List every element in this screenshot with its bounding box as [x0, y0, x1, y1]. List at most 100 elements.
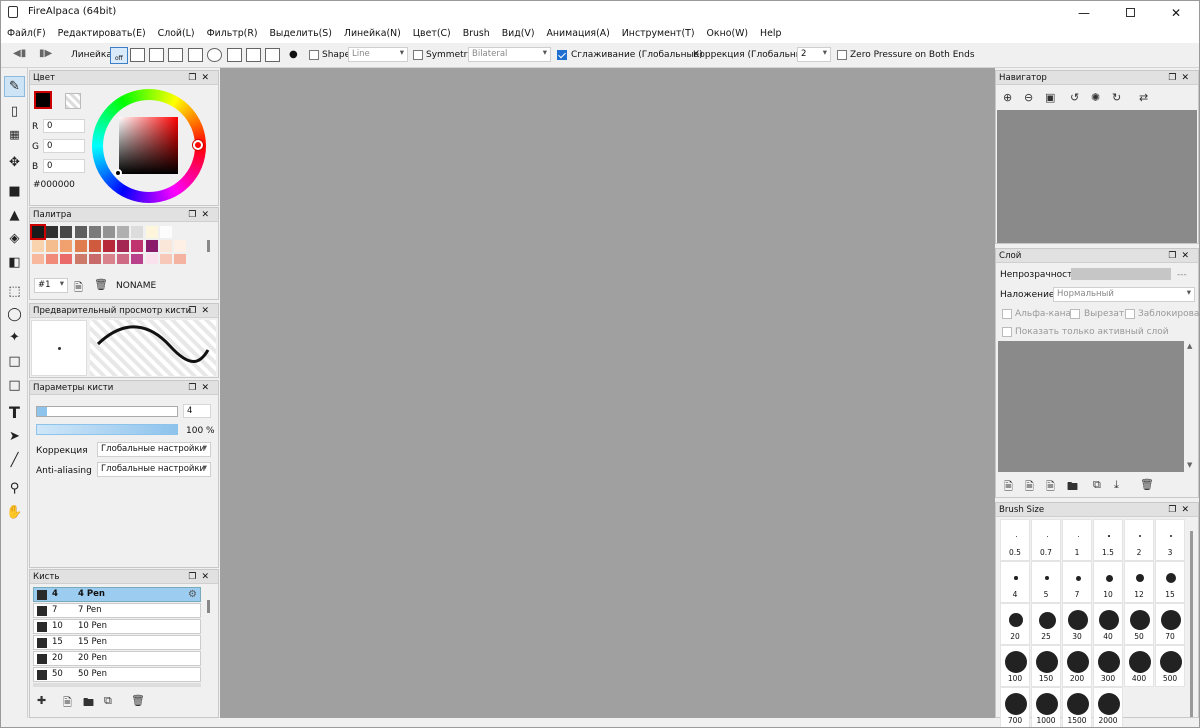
symmetry-dropdown[interactable]: Bilateral ▾	[468, 47, 551, 62]
scroll-down-icon[interactable]: ▼	[1187, 461, 1192, 469]
active-only-checkbox[interactable]	[1002, 327, 1012, 337]
new-palette-icon[interactable]: 🗎	[74, 279, 83, 298]
brush-size-value[interactable]: 4	[183, 404, 211, 418]
zoom-in-icon[interactable]: ⊕	[1003, 91, 1012, 104]
gradient-tool-icon[interactable]: ◧	[4, 252, 25, 273]
brush-item[interactable]: 50 50 Pen	[33, 667, 201, 682]
curve-ruler-icon[interactable]	[227, 48, 242, 62]
palette-swatch[interactable]	[145, 254, 158, 264]
zero-pressure-checkbox[interactable]	[837, 50, 847, 60]
menu-file[interactable]: Файл(F)	[7, 28, 46, 39]
layer-list[interactable]	[998, 341, 1184, 472]
brush-size-cell[interactable]: 12	[1124, 561, 1154, 603]
brush-size-cell[interactable]: 0.7	[1031, 519, 1061, 561]
select-pen-tool-icon[interactable]: □	[4, 351, 25, 372]
sv-picker-handle[interactable]	[114, 169, 122, 177]
palette-swatch[interactable]	[46, 254, 59, 264]
hand-tool-icon[interactable]: ✋	[4, 502, 25, 523]
palette-swatch[interactable]	[159, 240, 172, 252]
palette-swatch[interactable]	[88, 226, 101, 238]
menu-animation[interactable]: Анимация(A)	[547, 28, 610, 39]
brush-size-cell[interactable]: 4	[1000, 561, 1030, 603]
panel-window-icons[interactable]: ❐✕	[1168, 503, 1194, 517]
panel-window-icons[interactable]: ❐✕	[188, 304, 214, 318]
menu-filter[interactable]: Фильтр(R)	[207, 28, 258, 39]
new-8bit-layer-icon[interactable]: 🗎	[1025, 478, 1034, 497]
select-tool-icon[interactable]: ⬚	[4, 281, 25, 302]
menu-help[interactable]: Help	[760, 28, 781, 39]
brush-size-cell[interactable]: 3	[1155, 519, 1185, 561]
zoom-out-icon[interactable]: ⊖	[1024, 91, 1033, 104]
transparent-color-swatch[interactable]	[65, 93, 81, 109]
menu-view[interactable]: Вид(V)	[502, 28, 535, 39]
brush-item[interactable]: 44 Pen ⚙	[33, 587, 201, 602]
blend-mode-dropdown[interactable]: Нормальный ▾	[1053, 287, 1195, 302]
brush-size-cell[interactable]: 5	[1031, 561, 1061, 603]
brush-size-cell[interactable]: 40	[1093, 603, 1123, 645]
palette-swatch[interactable]	[46, 226, 59, 238]
brush-list-scrollbar[interactable]	[207, 600, 210, 613]
shape-dropdown[interactable]: Line ▾	[348, 47, 408, 62]
palette-swatch[interactable]	[74, 240, 87, 252]
select-eraser-tool-icon[interactable]: □	[4, 375, 25, 396]
r-input[interactable]: 0	[43, 119, 85, 133]
operation-tool-icon[interactable]: ➤	[4, 426, 25, 447]
brush-item[interactable]: 15 15 Pen	[33, 635, 201, 650]
brush-size-cell[interactable]: 1	[1062, 519, 1092, 561]
palette-swatch[interactable]	[117, 226, 130, 238]
brush-size-cell[interactable]: 0.5	[1000, 519, 1030, 561]
brush-size-cell[interactable]: 2	[1124, 519, 1154, 561]
palette-scrollbar[interactable]	[207, 240, 210, 252]
brush-size-cell[interactable]: 1000	[1031, 687, 1061, 727]
brush-correction-dropdown[interactable]: Глобальные настройки ▾	[97, 442, 211, 457]
palette-swatch[interactable]	[60, 240, 73, 252]
fit-zoom-icon[interactable]: ▣	[1045, 91, 1055, 104]
brush-item[interactable]: 10 10 Pen	[33, 619, 201, 634]
saturation-value-square[interactable]	[119, 117, 178, 174]
duplicate-brush-icon[interactable]: ⧉	[104, 694, 112, 708]
lasso-tool-icon[interactable]: ◯	[4, 304, 25, 325]
palette-index-dropdown[interactable]: #1 ▾	[34, 278, 68, 293]
palette-swatch[interactable]	[32, 254, 44, 264]
palette-swatch[interactable]	[145, 226, 158, 238]
brush-item[interactable]: 77 Pen	[33, 603, 201, 618]
palette-swatch[interactable]	[145, 240, 158, 252]
canvas-area[interactable]	[220, 68, 995, 718]
minimize-icon[interactable]: —	[1061, 1, 1107, 24]
rotate-left-icon[interactable]: ↺	[1070, 91, 1079, 104]
palette-swatch[interactable]	[60, 226, 73, 238]
brush-size-cell[interactable]: 70	[1155, 603, 1185, 645]
menu-layer[interactable]: Слой(L)	[158, 28, 195, 39]
b-input[interactable]: 0	[43, 159, 85, 173]
new-1bit-layer-icon[interactable]: 🗎	[1046, 478, 1055, 497]
lock-checkbox[interactable]	[1125, 309, 1135, 319]
reset-rotation-icon[interactable]: ✺	[1091, 91, 1100, 104]
palette-swatch[interactable]	[103, 240, 115, 252]
palette-swatch[interactable]	[159, 226, 172, 238]
menu-tool[interactable]: Инструмент(T)	[622, 28, 695, 39]
symmetry-checkbox[interactable]	[413, 50, 423, 60]
next-icon[interactable]: ▮▶	[39, 48, 52, 59]
brush-size-cell[interactable]: 200	[1062, 645, 1092, 687]
layer-opacity-slider[interactable]	[1071, 268, 1171, 280]
brush-size-cell[interactable]: 25	[1031, 603, 1061, 645]
bucket-tool-icon[interactable]: ◈	[4, 228, 25, 249]
navigator-preview[interactable]	[997, 110, 1197, 243]
layer-folder-icon[interactable]: 🖿	[1067, 478, 1078, 497]
panel-window-icons[interactable]: ❐✕	[188, 208, 214, 222]
palette-swatch[interactable]	[103, 226, 115, 238]
text-tool-icon[interactable]: T	[4, 402, 25, 423]
flip-icon[interactable]: ⇄	[1139, 91, 1148, 104]
rotate-right-icon[interactable]: ↻	[1112, 91, 1121, 104]
palette-swatch[interactable]	[88, 254, 101, 264]
correction-dropdown[interactable]: 2 ▾	[797, 47, 831, 62]
magic-wand-tool-icon[interactable]: ✦	[4, 327, 25, 348]
menu-window[interactable]: Окно(W)	[707, 28, 749, 39]
snap-dot-icon[interactable]: ●	[289, 49, 298, 60]
menu-ruler[interactable]: Линейка(N)	[344, 28, 401, 39]
palette-swatch[interactable]	[131, 240, 144, 252]
cross-ruler-icon[interactable]	[149, 48, 164, 62]
eraser-tool-icon[interactable]: ▯	[4, 101, 25, 122]
brush-size-scrollbar[interactable]	[1190, 531, 1193, 717]
folder-icon[interactable]: 🖿	[83, 694, 94, 713]
